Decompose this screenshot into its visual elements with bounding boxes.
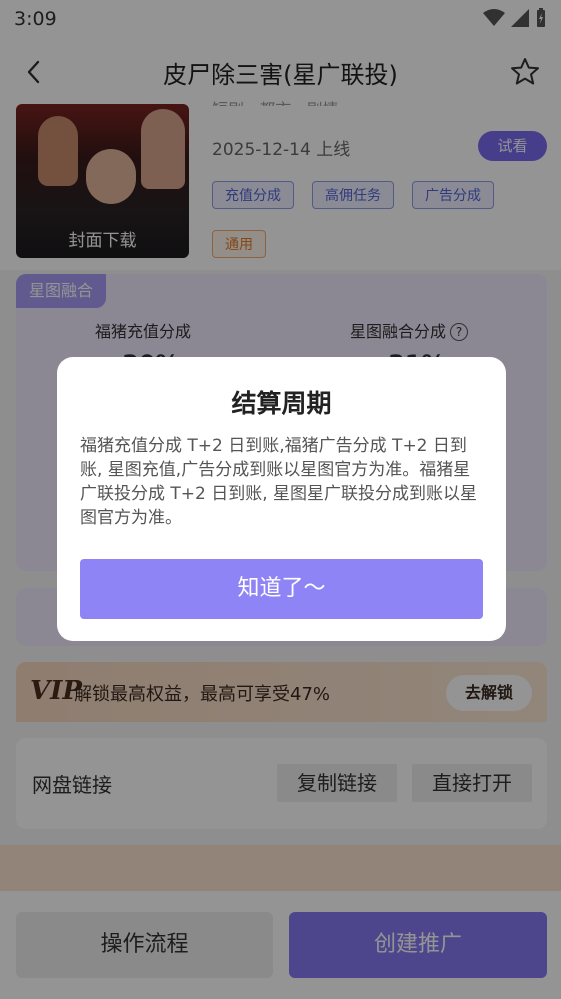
dialog-body: 福猪充值分成 T+2 日到账,福猪广告分成 T+2 日到账, 星图充值,广告分成… — [80, 436, 478, 528]
dialog-confirm-button[interactable]: 知道了～ — [80, 559, 483, 619]
dialog-title: 结算周期 — [231, 389, 332, 418]
